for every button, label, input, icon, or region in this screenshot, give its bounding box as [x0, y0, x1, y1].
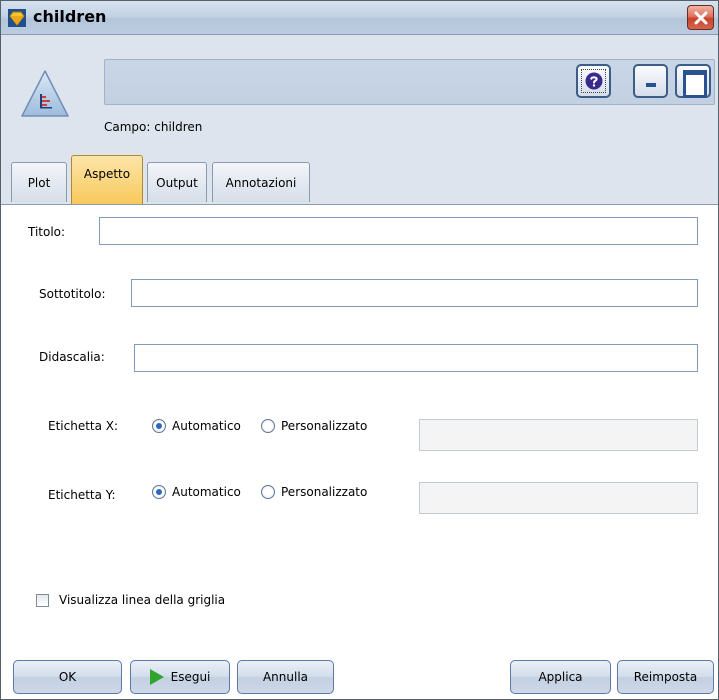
reset-button-label: Reimposta [633, 670, 698, 684]
title-bar[interactable]: children [1, 1, 718, 35]
tab-output[interactable]: Output [147, 162, 207, 202]
cancel-button[interactable]: Annulla [237, 660, 334, 694]
header-bar [104, 59, 715, 105]
y-label-auto-text: Automatico [172, 485, 241, 499]
histogram-node-icon [21, 70, 69, 117]
tab-aspetto[interactable]: Aspetto [71, 155, 143, 204]
ok-button-label: OK [58, 670, 77, 684]
title-label: Titolo: [28, 225, 66, 239]
minimize-icon [646, 83, 656, 87]
y-label-custom-input[interactable] [419, 482, 698, 514]
y-label-label: Etichetta Y: [48, 488, 116, 502]
help-icon [585, 72, 603, 90]
tab-plot[interactable]: Plot [11, 162, 67, 202]
title-input[interactable] [99, 217, 698, 245]
tab-annotazioni[interactable]: Annotazioni [212, 162, 310, 202]
maximize-icon [683, 70, 707, 98]
run-button-label: Esegui [170, 670, 211, 684]
y-label-auto-radio[interactable] [152, 485, 166, 499]
x-label-custom-input[interactable] [419, 419, 698, 451]
x-label-auto-radio[interactable] [152, 419, 166, 433]
x-label-label: Etichetta X: [48, 419, 119, 433]
caption-label: Didascalia: [39, 350, 105, 364]
grid-checkbox-label: Visualizza linea della griglia [59, 593, 226, 607]
y-label-custom-radio[interactable] [261, 485, 275, 499]
run-button[interactable]: Esegui [130, 660, 230, 694]
subtitle-label: Sottotitolo: [39, 287, 106, 301]
maximize-button[interactable] [675, 64, 711, 98]
close-button[interactable] [687, 5, 714, 30]
ok-button[interactable]: OK [13, 660, 122, 694]
x-label-custom-radio[interactable] [261, 419, 275, 433]
dialog-window: children Campo: children Plot Aspetto Ou… [0, 0, 719, 700]
apply-button[interactable]: Applica [510, 660, 611, 694]
close-icon [694, 11, 708, 25]
x-label-auto-text: Automatico [172, 419, 241, 433]
cancel-button-label: Annulla [262, 670, 309, 684]
play-icon [149, 668, 164, 685]
help-button[interactable] [576, 64, 611, 98]
x-label-custom-text: Personalizzato [281, 419, 368, 433]
apply-button-label: Applica [538, 670, 583, 684]
subtitle-input[interactable] [131, 279, 698, 307]
caption-input[interactable] [134, 344, 698, 372]
reset-button[interactable]: Reimposta [617, 660, 714, 694]
window-title: children [33, 7, 107, 26]
y-label-custom-text: Personalizzato [281, 485, 368, 499]
field-name-label: Campo: children [104, 120, 203, 134]
minimize-button[interactable] [633, 64, 668, 98]
grid-checkbox[interactable] [36, 594, 49, 607]
app-diamond-icon [8, 9, 26, 27]
